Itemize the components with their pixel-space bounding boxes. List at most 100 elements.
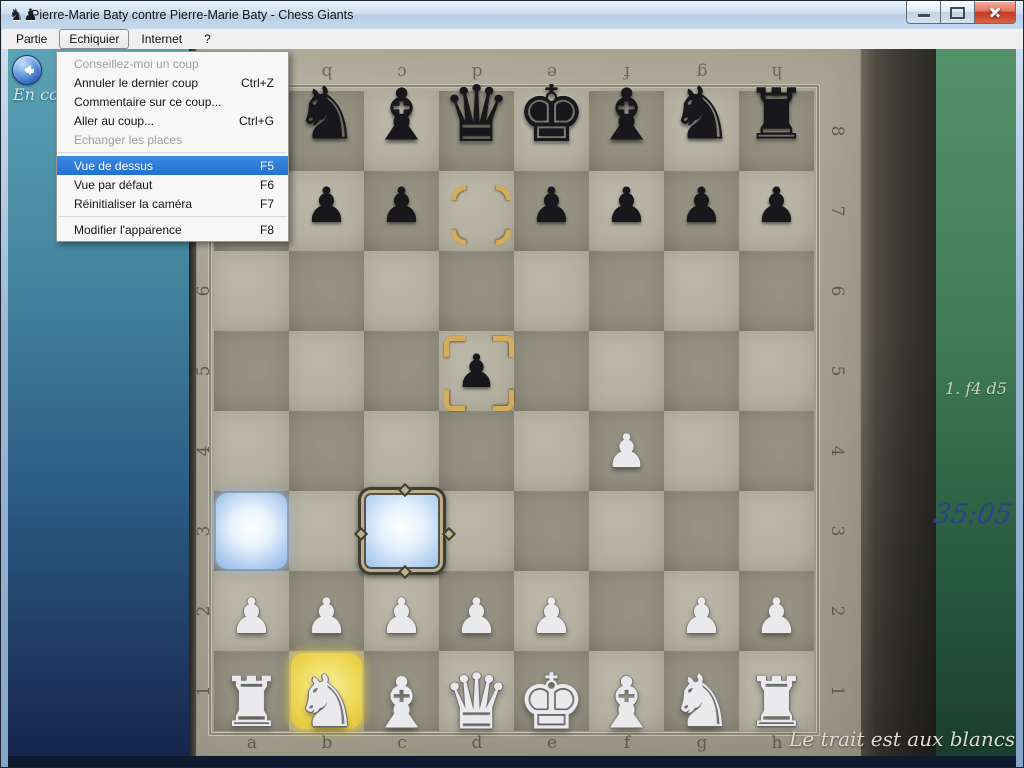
piece-white-pawn-a2[interactable]: ♟ <box>212 574 292 659</box>
piece-white-pawn-b2[interactable]: ♟ <box>287 574 367 659</box>
menu-item-vue-de-dessus[interactable]: Vue de dessusF5 <box>57 156 288 175</box>
square-g3[interactable] <box>664 491 739 571</box>
rank-label-left-5: 5 <box>192 359 216 383</box>
menu-item-reinitialiser-la-camera[interactable]: Réinitialiser la caméra F7 <box>57 194 288 213</box>
piece-black-pawn-d5[interactable]: ♟ <box>439 331 514 411</box>
menu-item-label: Conseillez-moi un coup <box>74 57 256 71</box>
piece-white-pawn-h2[interactable]: ♟ <box>737 574 817 659</box>
square-h4[interactable] <box>739 411 814 491</box>
square-h3[interactable] <box>739 491 814 571</box>
menu-item-commentaire-sur-ce-coup[interactable]: Commentaire sur ce coup... <box>57 92 288 111</box>
piece-black-pawn-b7[interactable]: ♟ <box>287 163 367 248</box>
menubar-item-partie[interactable]: Partie <box>6 29 57 49</box>
square-h6[interactable] <box>739 251 814 331</box>
square-c5[interactable] <box>364 331 439 411</box>
menu-item-label: Echanger les places <box>74 133 256 147</box>
menu-separator <box>58 216 287 217</box>
square-b6[interactable] <box>289 251 364 331</box>
hovered-move-square-frame-c3[interactable] <box>358 487 446 575</box>
square-a4[interactable] <box>214 411 289 491</box>
window-border-left <box>1 29 8 768</box>
square-a5[interactable] <box>214 331 289 411</box>
close-button[interactable] <box>974 1 1016 24</box>
square-b5[interactable] <box>289 331 364 411</box>
square-e5[interactable] <box>514 331 589 411</box>
piece-white-pawn-c2[interactable]: ♟ <box>362 574 442 659</box>
piece-black-pawn-g7[interactable]: ♟ <box>662 163 742 248</box>
menu-separator <box>58 152 287 153</box>
rank-label-right-1: 1 <box>825 679 849 703</box>
game-clock: 35:05 <box>932 499 1014 530</box>
rank-label-right-5: 5 <box>825 359 849 383</box>
menubar-item-aide[interactable]: ? <box>194 29 221 49</box>
menu-item-shortcut: Ctrl+G <box>239 114 274 128</box>
maximize-button[interactable] <box>940 1 974 24</box>
board-right-edge-shadow <box>861 49 936 756</box>
piece-black-pawn-h7[interactable]: ♟ <box>737 163 817 248</box>
menu-item-label: Annuler le dernier coup <box>74 76 223 90</box>
menu-item-label: Vue de dessus <box>74 159 242 173</box>
square-a6[interactable] <box>214 251 289 331</box>
menu-item-label: Vue par défaut <box>74 178 242 192</box>
piece-white-pawn-g2[interactable]: ♟ <box>662 574 742 659</box>
square-g5[interactable] <box>664 331 739 411</box>
back-button[interactable] <box>12 55 42 85</box>
square-f3[interactable] <box>589 491 664 571</box>
menu-item-label: Modifier l'apparence <box>74 223 242 237</box>
square-b3[interactable] <box>289 491 364 571</box>
rank-label-right-4: 4 <box>825 439 849 463</box>
piece-white-pawn-d2[interactable]: ♟ <box>437 574 517 659</box>
rank-label-left-6: 6 <box>192 279 216 303</box>
square-d4[interactable] <box>439 411 514 491</box>
menu-item-vue-par-defaut[interactable]: Vue par défaut F6 <box>57 175 288 194</box>
maximize-icon <box>950 7 965 19</box>
square-d6[interactable] <box>439 251 514 331</box>
close-icon <box>988 5 1002 19</box>
menubar-item-internet[interactable]: Internet <box>131 29 192 49</box>
square-c4[interactable] <box>364 411 439 491</box>
menu-item-conseillez-moi-un-coup: Conseillez-moi un coup <box>57 54 288 73</box>
minimize-button[interactable] <box>906 1 940 24</box>
square-e6[interactable] <box>514 251 589 331</box>
menu-item-label: Réinitialiser la caméra <box>74 197 242 211</box>
square-f2[interactable] <box>589 571 664 651</box>
square-h5[interactable] <box>739 331 814 411</box>
menu-item-shortcut: F7 <box>260 197 274 211</box>
legal-move-square-highlight-a3[interactable] <box>216 493 287 569</box>
square-e3[interactable] <box>514 491 589 571</box>
square-g6[interactable] <box>664 251 739 331</box>
piece-white-rook-h1[interactable]: ♜ <box>729 652 825 754</box>
piece-black-pawn-f7[interactable]: ♟ <box>587 163 667 248</box>
move-history: 1. f4 d5 <box>945 379 1021 398</box>
rank-label-right-8: 8 <box>825 119 849 143</box>
square-f5[interactable] <box>589 331 664 411</box>
menubar-item-echiquier[interactable]: Echiquier <box>59 29 129 49</box>
piece-black-pawn-e7[interactable]: ♟ <box>512 163 592 248</box>
piece-black-pawn-c7[interactable]: ♟ <box>362 163 442 248</box>
window-title: Pierre-Marie Baty contre Pierre-Marie Ba… <box>31 8 353 22</box>
back-arrow-icon-bar <box>26 69 34 73</box>
rank-label-right-2: 2 <box>825 599 849 623</box>
square-b4[interactable] <box>289 411 364 491</box>
square-g4[interactable] <box>664 411 739 491</box>
rank-label-right-3: 3 <box>825 519 849 543</box>
menu-item-label: Commentaire sur ce coup... <box>74 95 256 109</box>
menu-item-shortcut: F6 <box>260 178 274 192</box>
piece-white-pawn-f4[interactable]: ♟ <box>589 411 664 491</box>
menu-item-annuler-le-dernier-coup[interactable]: Annuler le dernier coup Ctrl+Z <box>57 73 288 92</box>
piece-black-rook-h8[interactable]: ♜ <box>728 63 826 167</box>
app-window: aabbccddeeffgghh1122334455667788♜♞♝♛♚♝♞♜… <box>0 0 1024 768</box>
menu-item-aller-au-coup[interactable]: Aller au coup...Ctrl+G <box>57 111 288 130</box>
minimize-icon <box>918 14 930 17</box>
square-c6[interactable] <box>364 251 439 331</box>
menu-item-shortcut: F8 <box>260 223 274 237</box>
menu-item-shortcut: Ctrl+Z <box>241 76 274 90</box>
piece-white-pawn-e2[interactable]: ♟ <box>512 574 592 659</box>
rank-label-right-6: 6 <box>825 279 849 303</box>
caption-buttons <box>906 1 1016 23</box>
dropdown-menu: Conseillez-moi un coup Annuler le dernier… <box>56 51 289 242</box>
square-e4[interactable] <box>514 411 589 491</box>
title-bar[interactable]: ♞♟ Pierre-Marie Baty contre Pierre-Marie… <box>1 1 1023 30</box>
menu-item-modifier-l-apparence[interactable]: Modifier l'apparence F8 <box>57 220 288 239</box>
square-f6[interactable] <box>589 251 664 331</box>
